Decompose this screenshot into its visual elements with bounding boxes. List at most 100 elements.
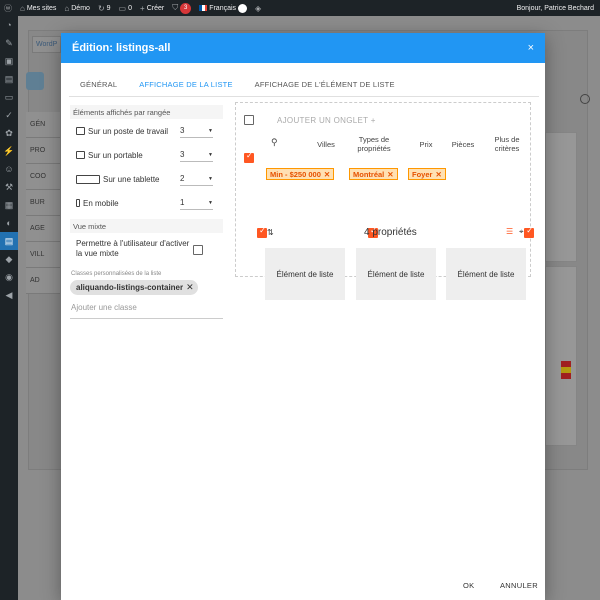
media-icon[interactable]: ▣ xyxy=(0,52,18,70)
sort-checkbox[interactable] xyxy=(257,226,268,238)
language-menu[interactable]: Français xyxy=(195,0,251,16)
tablet-icon xyxy=(76,174,100,184)
dashboard-icon[interactable]: ◔ xyxy=(0,16,18,34)
chevron-down-icon: ▼ xyxy=(208,199,213,206)
comment-icon: ▭ xyxy=(118,3,127,13)
background-sidebar: GÉN PRO COO BUR AGE VILL AD xyxy=(26,112,60,294)
filter-chip-price[interactable]: Min - $250 000 ✕ xyxy=(266,168,335,180)
mobile-icon xyxy=(76,199,80,207)
plugin-icon[interactable]: ◐ xyxy=(0,214,18,232)
plugin-logo xyxy=(26,72,44,90)
comments-menu[interactable]: ▭ 0 xyxy=(115,0,136,16)
laptop-icon xyxy=(76,151,85,159)
filter-more[interactable]: Plus de critères xyxy=(490,135,524,153)
add-class-input[interactable]: Ajouter une classe xyxy=(70,295,223,319)
list-item-card: Élément de liste xyxy=(265,248,345,300)
account-menu[interactable]: Bonjour, Patrice Bechard xyxy=(513,0,600,16)
admin-bar: ⓦ ⌂ Mes sites ⌂ Démo ↻ 9 ▭ 0 + Créer ⛉ 3 Franç… xyxy=(0,0,600,16)
list-preview: AJOUTER UN ONGLET + ⚲ Villes Types de pr… xyxy=(235,102,535,300)
filter-cities[interactable]: Villes xyxy=(315,140,337,149)
mixed-view-checkbox[interactable] xyxy=(193,245,203,255)
diamond-icon: ◈ xyxy=(255,3,262,13)
desktop-icon xyxy=(76,127,85,135)
remove-chip-icon[interactable]: ✕ xyxy=(387,170,393,179)
laptop-label: Sur un portable xyxy=(88,150,143,160)
wordpress-icon: ⓦ xyxy=(4,3,12,13)
class-chip: aliquando-listings-container ✕ xyxy=(70,280,198,295)
filters-checkbox[interactable] xyxy=(244,151,254,163)
settings-icon[interactable]: ▦ xyxy=(0,196,18,214)
mobile-select[interactable]: 1 ▼ xyxy=(180,197,213,210)
users-icon[interactable]: ☺ xyxy=(0,160,18,178)
background-box xyxy=(545,266,577,446)
tab-item-display[interactable]: AFFICHAGE DE L'ÉLÉMENT DE LISTE xyxy=(244,80,406,97)
tabs-divider xyxy=(69,96,539,97)
filter-chip-city[interactable]: Montréal ✕ xyxy=(349,168,398,180)
remove-class-icon[interactable]: ✕ xyxy=(186,282,194,293)
per-row-heading: Éléments affichés par rangée xyxy=(70,105,223,119)
search-icon[interactable]: ⚲ xyxy=(271,137,278,148)
pages-icon[interactable]: ▤ xyxy=(0,70,18,88)
bg-item: GÉN xyxy=(26,112,60,138)
shield-icon: ⛉ xyxy=(172,3,179,12)
close-button[interactable]: × xyxy=(528,42,534,54)
tools-icon[interactable]: ⚒ xyxy=(0,178,18,196)
circle-icon[interactable]: ◉ xyxy=(0,268,18,286)
updates-menu[interactable]: ↻ 9 xyxy=(94,0,115,16)
plugins-icon[interactable]: ⚡ xyxy=(0,142,18,160)
site-menu[interactable]: ⌂ Démo xyxy=(60,0,94,16)
cancel-button[interactable]: ANNULER xyxy=(500,581,538,590)
modal-title: Édition: listings-all xyxy=(72,42,171,54)
laptop-select[interactable]: 3 ▼ xyxy=(180,149,213,162)
background-link: WordP xyxy=(32,36,62,53)
modal-tabs: GÉNÉRAL AFFICHAGE DE LA LISTE AFFICHAGE … xyxy=(61,63,545,97)
mixed-view-row: Permettre à l'utilisateur d'activer la v… xyxy=(70,233,223,267)
tab-general[interactable]: GÉNÉRAL xyxy=(69,80,128,97)
wordpress-logo[interactable]: ⓦ xyxy=(0,0,16,16)
list-view-icon[interactable]: ☰ xyxy=(506,227,513,236)
filter-rooms[interactable]: Pièces xyxy=(449,140,477,149)
filter-property-types[interactable]: Types de propriétés xyxy=(351,135,397,153)
filter-chip-feature[interactable]: Foyer ✕ xyxy=(408,168,446,180)
classes-label: Classes personnalisées de la liste xyxy=(71,271,162,277)
background-box xyxy=(545,132,577,262)
tab-list-display[interactable]: AFFICHAGE DE LA LISTE xyxy=(128,80,244,97)
check-icon[interactable]: ✓ xyxy=(0,106,18,124)
filter-price[interactable]: Prix xyxy=(416,140,436,149)
bg-item: COO xyxy=(26,164,60,190)
my-sites-menu[interactable]: ⌂ Mes sites xyxy=(16,0,60,16)
plus-icon: + xyxy=(140,3,145,13)
ok-button[interactable]: OK xyxy=(463,581,474,590)
listings-icon[interactable]: ▤ xyxy=(0,232,18,250)
remove-chip-icon[interactable]: ✕ xyxy=(435,170,441,179)
list-item-card: Élément de liste xyxy=(446,248,526,300)
create-menu[interactable]: + Créer xyxy=(136,0,168,16)
diamond-menu-icon[interactable]: ◆ xyxy=(0,250,18,268)
chevron-down-icon: ▼ xyxy=(208,127,213,134)
list-settings: Éléments affichés par rangée Sur un post… xyxy=(70,105,223,319)
tablet-select[interactable]: 2 ▼ xyxy=(180,173,213,186)
diamond-menu[interactable]: ◈ xyxy=(251,0,265,16)
appearance-icon[interactable]: ✿ xyxy=(0,124,18,142)
desktop-row: Sur un poste de travail 3 ▼ xyxy=(70,119,223,143)
sort-icon[interactable]: ⇅ xyxy=(267,228,274,237)
collapse-icon[interactable]: ◀ xyxy=(0,286,18,304)
add-tab-button[interactable]: AJOUTER UN ONGLET + xyxy=(277,116,376,125)
desktop-select[interactable]: 3 ▼ xyxy=(180,125,213,138)
remove-chip-icon[interactable]: ✕ xyxy=(324,170,330,179)
map-pin-icon[interactable]: ⌖ xyxy=(519,227,524,237)
background-flag xyxy=(561,361,571,379)
modal-header: Édition: listings-all × xyxy=(61,33,545,63)
pin-icon[interactable]: ✎ xyxy=(0,34,18,52)
tablet-label: Sur une tablette xyxy=(103,174,160,184)
user-icon xyxy=(580,94,590,104)
results-count: 4 propriétés xyxy=(364,227,417,238)
comments-icon[interactable]: ▭ xyxy=(0,88,18,106)
chevron-down-icon: ▼ xyxy=(208,151,213,158)
tabs-checkbox[interactable] xyxy=(244,115,254,125)
chevron-down-icon: ▼ xyxy=(208,175,213,182)
admin-menu: ◔ ✎ ▣ ▤ ▭ ✓ ✿ ⚡ ☺ ⚒ ▦ ◐ ▤ ◆ ◉ ◀ xyxy=(0,16,18,600)
view-checkbox[interactable] xyxy=(524,226,535,238)
notifications-menu[interactable]: ⛉ 3 xyxy=(168,0,195,16)
bg-item: PRO xyxy=(26,138,60,164)
